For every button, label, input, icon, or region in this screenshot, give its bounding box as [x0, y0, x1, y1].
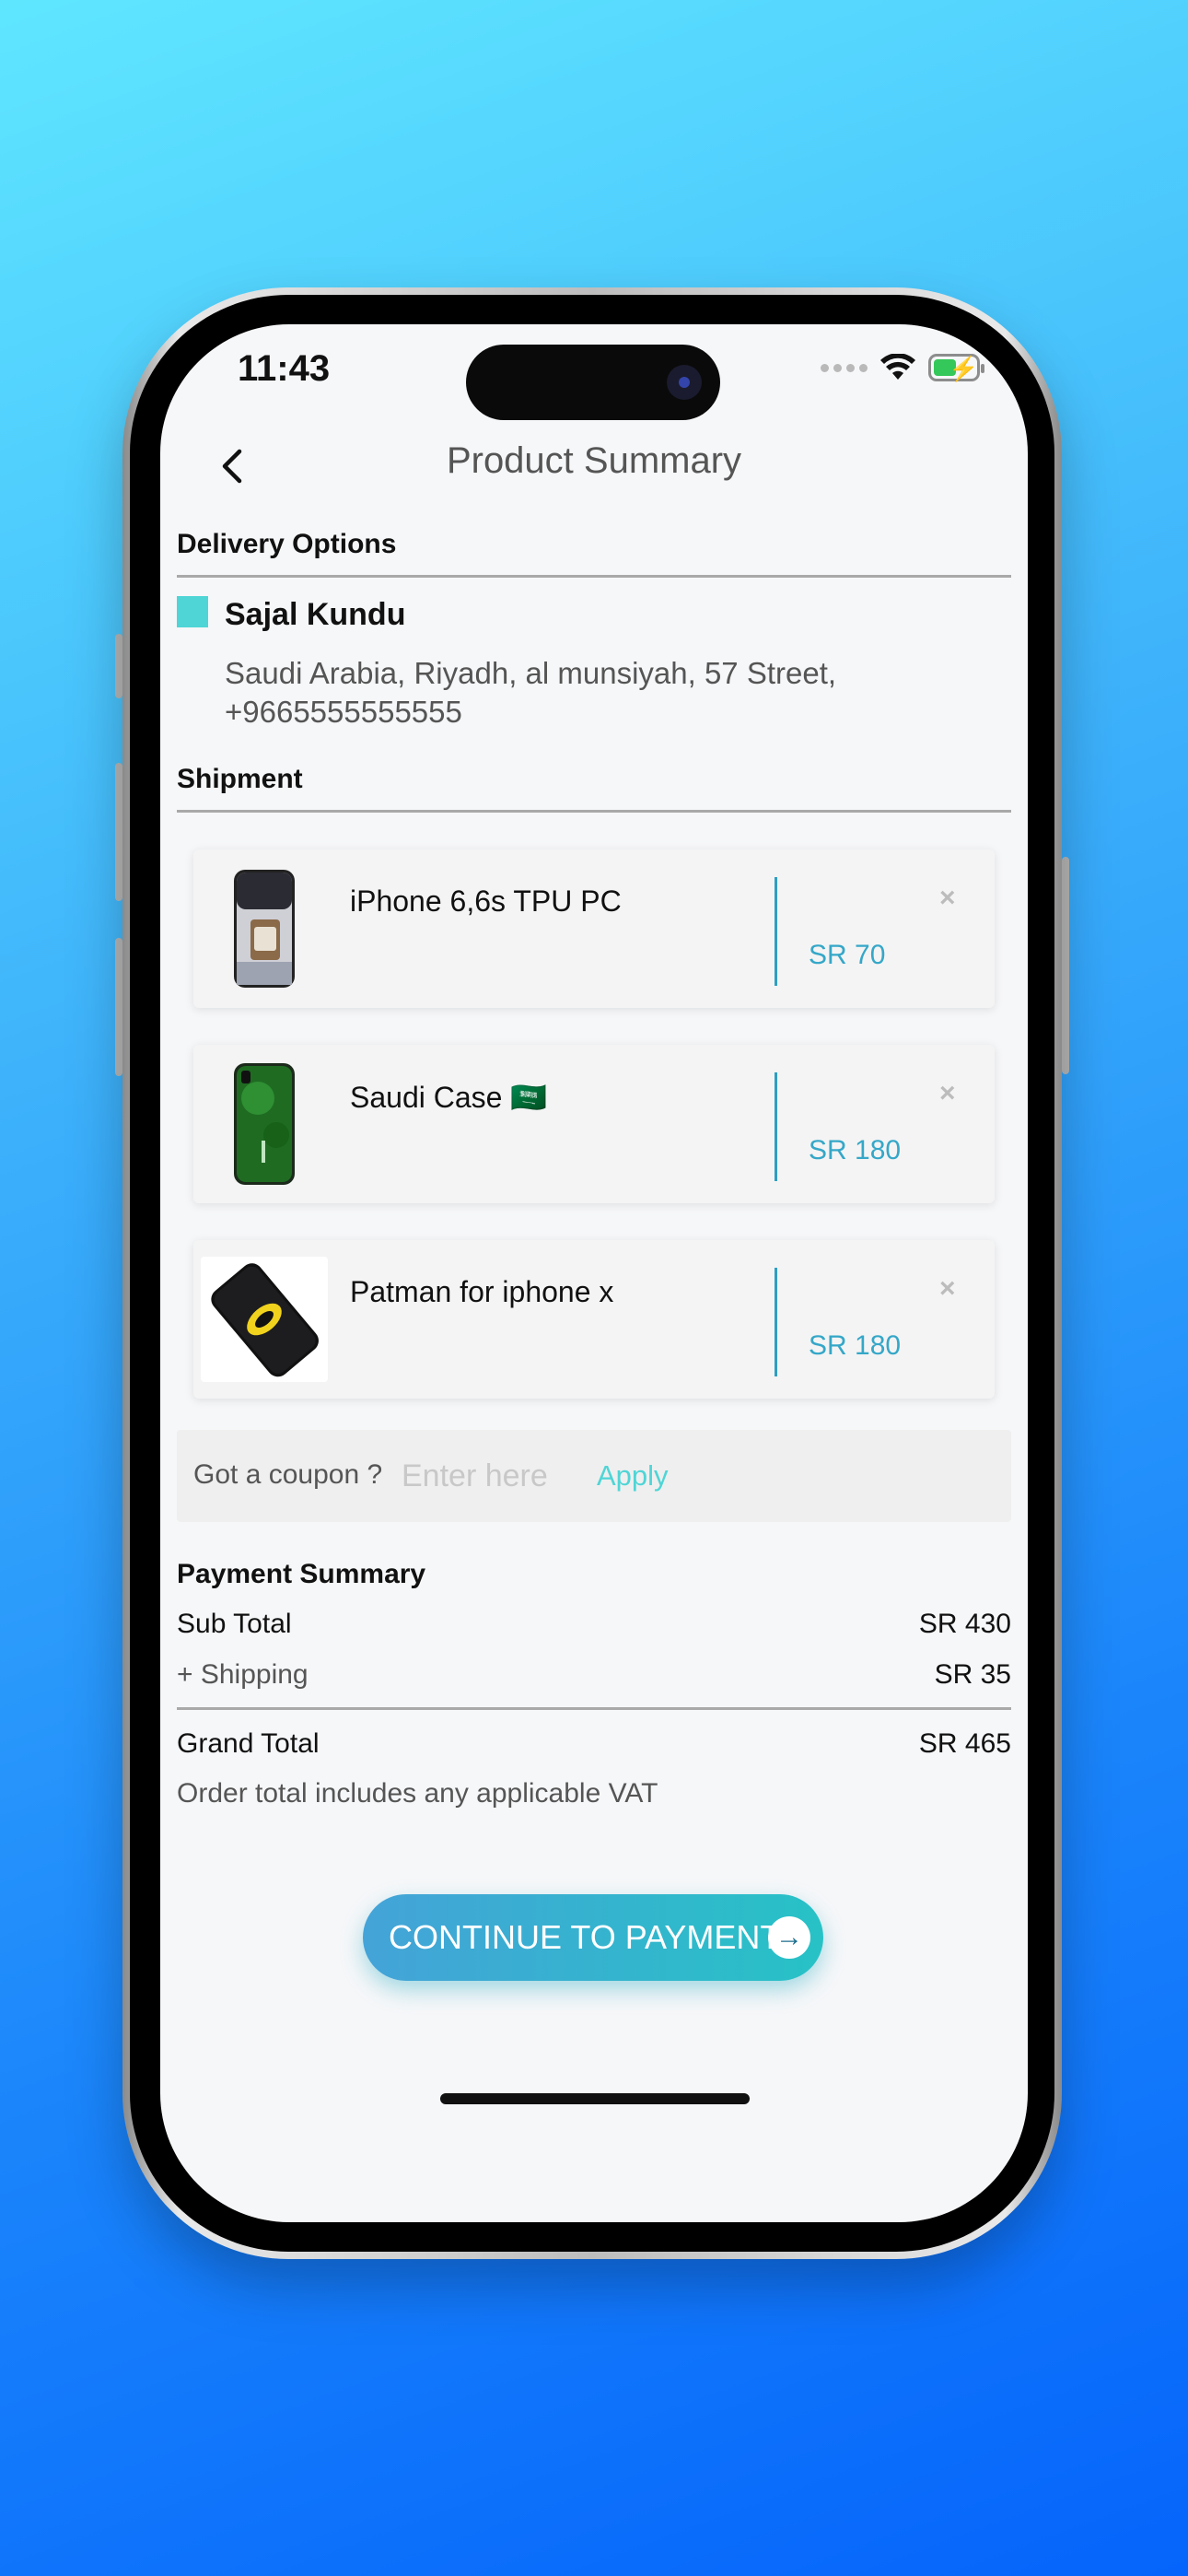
camera-icon [667, 365, 702, 400]
product-price: SR 180 [809, 1330, 902, 1361]
divider [177, 575, 1011, 578]
divider [177, 1707, 1011, 1710]
shipping-label: + Shipping [177, 1659, 309, 1690]
product-name: Patman for iphone x [350, 1275, 614, 1308]
product-price: SR 70 [809, 940, 886, 970]
apply-coupon-button[interactable]: Apply [597, 1459, 669, 1493]
phone-number: +9665555555555 [225, 695, 462, 729]
product-image [201, 1061, 328, 1187]
remove-item-close-icon[interactable]: × [939, 1273, 956, 1305]
dynamic-island [466, 345, 720, 420]
address-line: Saudi Arabia, Riyadh, al munsiyah, 57 St… [225, 656, 837, 690]
power-button [1062, 857, 1069, 1074]
divider [775, 1268, 777, 1376]
home-indicator[interactable] [440, 2093, 750, 2104]
shipping-row: + Shipping SR 35 [177, 1659, 1011, 1691]
grand-total-value: SR 465 [918, 1728, 1011, 1759]
coupon-input[interactable] [402, 1452, 595, 1500]
continue-to-payment-button[interactable]: CONTINUE TO PAYMENT → [363, 1894, 823, 1981]
cart-item[interactable]: iPhone 6,6s TPU PC SR 70 × [193, 849, 995, 1008]
subtotal-row: Sub Total SR 430 [177, 1609, 1011, 1640]
page-title: Product Summary [446, 440, 742, 481]
shipment-heading: Shipment [177, 764, 303, 794]
product-image [201, 866, 328, 991]
arrow-right-icon: → [768, 1916, 810, 1959]
status-icons: ⚡ [821, 354, 984, 382]
coupon-label: Got a coupon ? [193, 1459, 383, 1490]
vat-note: Order total includes any applicable VAT [177, 1778, 658, 1809]
remove-item-close-icon[interactable]: × [939, 1078, 956, 1109]
shipping-value: SR 35 [934, 1659, 1011, 1690]
wifi-icon [880, 354, 915, 380]
product-image [201, 1257, 328, 1382]
app-screen: 11:43 ⚡ Product Summary Delivery Options… [160, 324, 1028, 2222]
address-select-checkbox[interactable] [177, 596, 208, 627]
grand-total-label: Grand Total [177, 1728, 320, 1759]
coupon-box: Got a coupon ? Apply [177, 1430, 1011, 1522]
volume-down-button [115, 938, 122, 1076]
cart-item[interactable]: Saudi Case 🇸🇦 SR 180 × [193, 1045, 995, 1203]
divider [775, 877, 777, 986]
volume-up-button [115, 763, 122, 901]
battery-icon: ⚡ [928, 354, 984, 382]
payment-summary-heading: Payment Summary [177, 1559, 426, 1589]
product-name: iPhone 6,6s TPU PC [350, 884, 622, 918]
continue-button-label: CONTINUE TO PAYMENT [389, 1918, 781, 1956]
divider [775, 1072, 777, 1181]
delivery-address: Saudi Arabia, Riyadh, al munsiyah, 57 St… [225, 654, 836, 732]
product-price: SR 180 [809, 1135, 902, 1165]
delivery-options-heading: Delivery Options [177, 529, 397, 559]
cellular-signal-icon [821, 363, 868, 372]
recipient-name: Sajal Kundu [225, 597, 406, 632]
divider [177, 810, 1011, 813]
remove-item-close-icon[interactable]: × [939, 883, 956, 914]
silent-switch [115, 634, 122, 698]
subtotal-label: Sub Total [177, 1609, 292, 1639]
status-time: 11:43 [238, 348, 331, 389]
subtotal-value: SR 430 [918, 1609, 1011, 1639]
product-name: Saudi Case 🇸🇦 [350, 1081, 548, 1114]
grand-total-row: Grand Total SR 465 [177, 1728, 1011, 1760]
cart-item[interactable]: Patman for iphone x SR 180 × [193, 1240, 995, 1399]
